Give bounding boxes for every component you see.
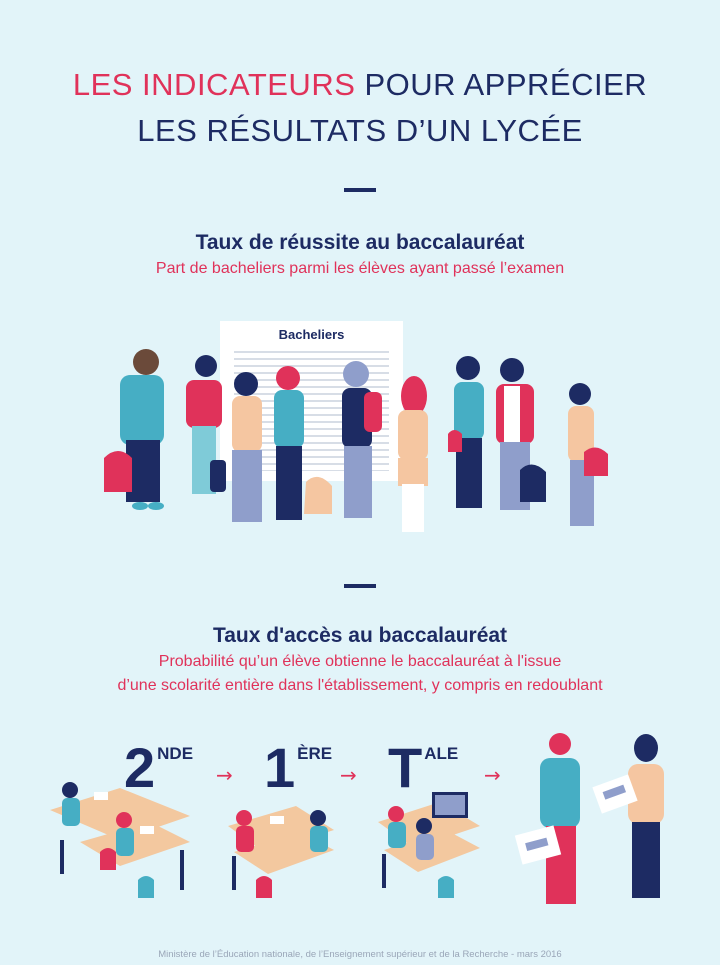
classroom-desks <box>378 792 480 898</box>
student-figure <box>342 361 382 518</box>
student-figure <box>186 355 226 494</box>
title-accent: LES INDICATEURS <box>72 67 356 102</box>
student-figure <box>448 356 484 508</box>
footer-credit: Ministère de l’Éducation nationale, de l… <box>158 949 562 960</box>
classroom-desks <box>228 806 334 898</box>
classroom-desks <box>50 782 190 898</box>
students-illustration <box>104 349 608 532</box>
student-figure <box>496 358 546 510</box>
section2-subtitle: Probabilité qu’un élève obtienne le bacc… <box>0 650 720 698</box>
title-line-1: LES INDICATEURS POUR APPRÉCIER <box>0 62 720 108</box>
student-figure <box>232 372 262 522</box>
section2-heading: Taux d'accès au baccalauréat <box>212 624 508 647</box>
student-figure <box>568 383 608 526</box>
section2-subtitle-line1: Probabilité qu’un élève obtienne le bacc… <box>158 653 562 670</box>
title-rest: POUR APPRÉCIER <box>355 67 648 102</box>
section1-subtitle: Part de bacheliers parmi les élèves ayan… <box>155 260 565 277</box>
page-title: LES INDICATEURS POUR APPRÉCIER LES RÉSUL… <box>0 62 720 154</box>
divider-middle <box>344 584 376 588</box>
section2-subtitle-line2: d’une scolarité entière dans l'établisse… <box>117 677 603 694</box>
student-figure <box>398 376 428 532</box>
divider-top <box>344 188 376 192</box>
graduate-figure <box>514 733 580 904</box>
student-figure <box>274 366 332 520</box>
graduate-figure <box>592 734 664 898</box>
title-line-2: LES RÉSULTATS D’UN LYCÉE <box>137 113 583 148</box>
classrooms-illustration <box>50 733 664 904</box>
section1-heading: Taux de réussite au baccalauréat <box>195 231 525 254</box>
student-figure <box>104 349 164 510</box>
